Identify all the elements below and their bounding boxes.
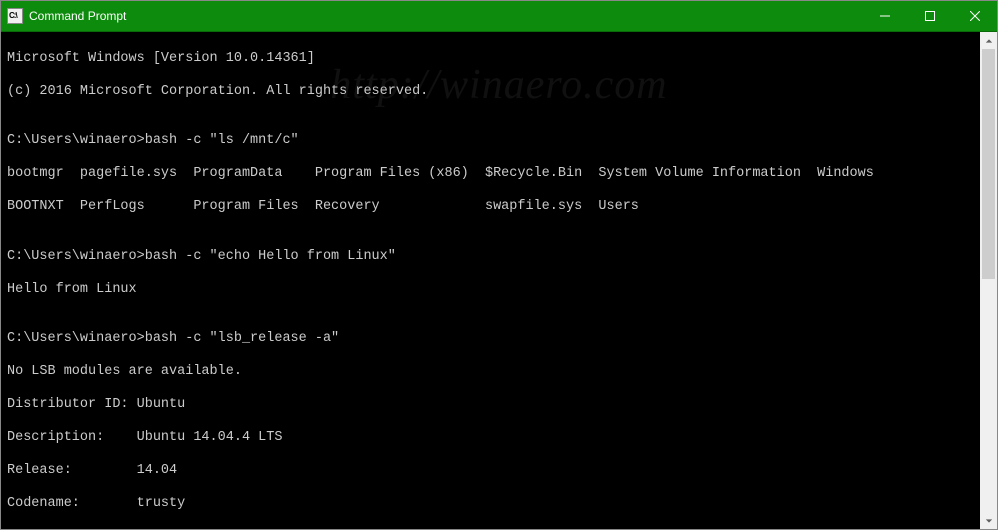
maximize-button[interactable] xyxy=(907,1,952,31)
maximize-icon xyxy=(925,11,935,21)
minimize-icon xyxy=(880,11,890,21)
output-line: Codename: trusty xyxy=(7,496,974,513)
scroll-down-button[interactable] xyxy=(980,512,997,529)
close-button[interactable] xyxy=(952,1,997,31)
output-line: Hello from Linux xyxy=(7,282,974,299)
minimize-button[interactable] xyxy=(862,1,907,31)
chevron-down-icon xyxy=(985,517,993,525)
scrollbar-thumb[interactable] xyxy=(982,49,995,279)
output-line: (c) 2016 Microsoft Corporation. All righ… xyxy=(7,84,974,101)
output-line: Description: Ubuntu 14.04.4 LTS xyxy=(7,430,974,447)
output-line: C:\Users\winaero>bash -c "echo Hello fro… xyxy=(7,249,974,266)
scrollbar-track[interactable] xyxy=(980,49,997,512)
output-line: Microsoft Windows [Version 10.0.14361] xyxy=(7,51,974,68)
close-icon xyxy=(970,11,980,21)
output-line: Distributor ID: Ubuntu xyxy=(7,397,974,414)
output-line: No LSB modules are available. xyxy=(7,364,974,381)
client-area: Microsoft Windows [Version 10.0.14361] (… xyxy=(1,31,997,529)
cmd-icon: C:\ xyxy=(7,8,23,24)
chevron-up-icon xyxy=(985,37,993,45)
titlebar[interactable]: C:\ Command Prompt xyxy=(1,1,997,31)
vertical-scrollbar[interactable] xyxy=(980,32,997,529)
output-line: Release: 14.04 xyxy=(7,463,974,480)
output-line: C:\Users\winaero>bash -c "ls /mnt/c" xyxy=(7,133,974,150)
terminal-output[interactable]: Microsoft Windows [Version 10.0.14361] (… xyxy=(1,32,980,529)
scroll-up-button[interactable] xyxy=(980,32,997,49)
window-title: Command Prompt xyxy=(29,9,126,23)
output-line: C:\Users\winaero>bash -c "lsb_release -a… xyxy=(7,331,974,348)
output-line: bootmgr pagefile.sys ProgramData Program… xyxy=(7,166,974,183)
output-line: BOOTNXT PerfLogs Program Files Recovery … xyxy=(7,199,974,216)
